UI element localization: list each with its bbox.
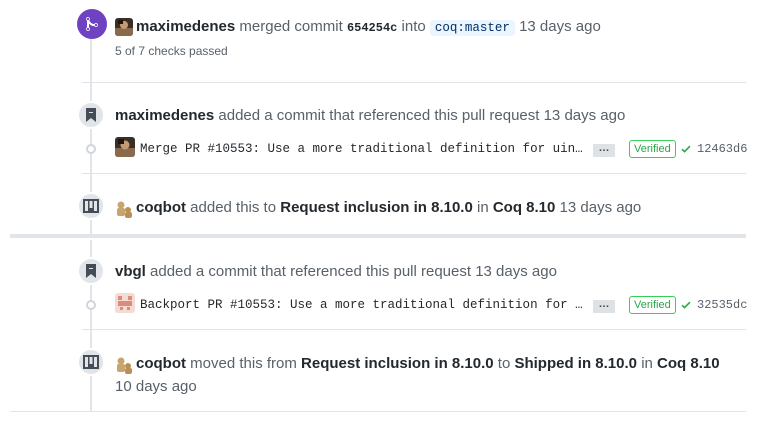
project-add-time-link[interactable]: 13 days ago: [560, 199, 642, 216]
project-move-time-link[interactable]: 10 days ago: [115, 378, 197, 395]
project-add-action: added this to: [190, 199, 277, 216]
checks-status[interactable]: 5 of 7 checks passed: [115, 44, 228, 58]
avatar[interactable]: [115, 18, 133, 36]
bookmark-icon: [77, 257, 105, 285]
commit-message-link[interactable]: Backport PR #10553: Use a more tradition…: [140, 298, 585, 312]
merge-action: merged commit: [239, 18, 343, 35]
project-add-in: in: [476, 199, 489, 216]
commit-ref-time-link[interactable]: 13 days ago: [544, 107, 626, 124]
from-column: Request inclusion in 8.10.0: [301, 355, 494, 372]
commit-ref-time-link[interactable]: 13 days ago: [475, 263, 557, 280]
coqbot-avatar[interactable]: [115, 356, 133, 374]
verified-badge[interactable]: Verified: [629, 296, 676, 314]
check-icon[interactable]: [680, 143, 692, 155]
project-move-user-link[interactable]: coqbot: [136, 355, 186, 372]
verified-badge[interactable]: Verified: [629, 140, 676, 158]
timeline-line: [90, 36, 92, 82]
avatar[interactable]: [115, 293, 135, 313]
commit-ref-user-link[interactable]: vbgl: [115, 263, 146, 280]
commit-ref-action: added a commit that referenced this pull…: [218, 107, 540, 124]
commit-ref-text: maximedenes added a commit that referenc…: [115, 107, 625, 124]
section-divider: [10, 234, 746, 238]
project-move-to: to: [497, 355, 511, 372]
project-link[interactable]: Coq 8.10: [493, 199, 556, 216]
expand-commit-button[interactable]: …: [593, 299, 615, 313]
merge-commit-sha-link[interactable]: 654254c: [347, 21, 397, 35]
coqbot-avatar[interactable]: [115, 200, 133, 218]
commit-sha-link[interactable]: 12463d6: [697, 142, 747, 156]
project-move-text: coqbot moved this from Request inclusion…: [136, 355, 720, 372]
divider: [82, 173, 746, 174]
project-move-in: in: [641, 355, 653, 372]
project-icon: [77, 192, 105, 220]
divider: [82, 82, 746, 83]
commit-ref-text: vbgl added a commit that referenced this…: [115, 263, 557, 280]
commit-dot-icon: [86, 300, 96, 310]
commit-ref-action: added a commit that referenced this pull…: [150, 263, 472, 280]
check-icon[interactable]: [680, 299, 692, 311]
avatar[interactable]: [115, 137, 135, 157]
expand-commit-button[interactable]: …: [593, 143, 615, 157]
project-move-action: moved this from: [190, 355, 297, 372]
project-icon: [77, 348, 105, 376]
branch-label[interactable]: coq:master: [429, 20, 515, 36]
divider: [82, 329, 746, 330]
commit-ref-user-link[interactable]: maximedenes: [115, 107, 214, 124]
project-add-user-link[interactable]: coqbot: [136, 199, 186, 216]
commit-sha-link[interactable]: 32535dc: [697, 298, 747, 312]
divider: [10, 411, 746, 412]
merge-event-text: maximedenes merged commit 654254c into c…: [136, 18, 601, 36]
project-column: Request inclusion in 8.10.0: [280, 199, 473, 216]
merge-user-link[interactable]: maximedenes: [136, 18, 235, 35]
bookmark-icon: [77, 101, 105, 129]
to-column: Shipped in 8.10.0: [514, 355, 638, 372]
merge-time-link[interactable]: 13 days ago: [519, 18, 601, 35]
commit-message-link[interactable]: Merge PR #10553: Use a more traditional …: [140, 142, 585, 156]
project-add-text: coqbot added this to Request inclusion i…: [136, 199, 641, 216]
merge-icon: [77, 9, 107, 39]
merge-into: into: [401, 18, 426, 35]
project-link[interactable]: Coq 8.10: [657, 355, 720, 372]
commit-dot-icon: [86, 144, 96, 154]
